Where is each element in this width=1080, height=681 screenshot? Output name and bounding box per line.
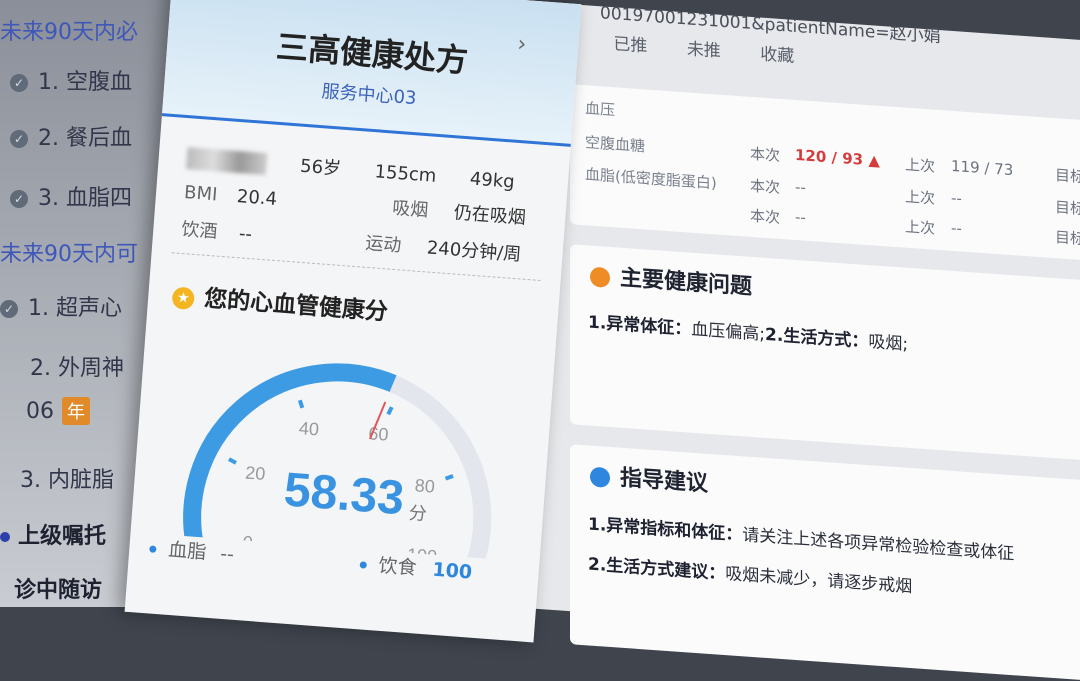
gauge-tick-mark <box>228 457 237 465</box>
list-item[interactable]: 2. 外周神 <box>30 350 124 382</box>
vitals-card: 血压 空腹血糖 本次 120 / 93 ▲ 上次 119 / 73 目标 血脂(… <box>570 84 1080 261</box>
score-value: 58.33 <box>282 463 406 525</box>
year-badge: 年 <box>62 397 90 425</box>
web-app-panel: 00197001231001&patientName=赵小娟 全部 已推 未推 … <box>510 0 1080 681</box>
gauge-tick-label: 40 <box>298 418 319 439</box>
gauge-tick-label: 80 <box>414 475 435 496</box>
advice-line: 2.生活方式建议：吸烟未减少，请逐步戒烟 <box>588 554 913 598</box>
section-heading: 上级嘱托 <box>0 518 106 550</box>
gauge-tick-mark <box>297 399 305 409</box>
check-icon: ✓ <box>10 190 28 208</box>
legend-dot-icon <box>149 545 157 553</box>
health-score-gauge: 02040 6080100 58.33 分 <box>183 363 492 561</box>
list-item[interactable]: 3. 内脏脂 <box>20 462 114 494</box>
card-title: 主要健康问题 <box>590 258 752 301</box>
list-item[interactable]: ✓ 3. 血脂四 <box>10 180 132 212</box>
warning-icon <box>590 266 610 288</box>
card-title: 指导建议 <box>590 458 708 498</box>
check-icon: ✓ <box>10 130 28 148</box>
score-section-title: ★ 您的心血管健康分 <box>171 276 389 326</box>
chevron-right-icon[interactable]: › <box>517 32 528 58</box>
section-heading: 诊中随访 <box>14 578 103 603</box>
list-item[interactable]: ✓ 2. 餐后血 <box>10 120 132 152</box>
list-item[interactable]: ✓ 1. 超声心 <box>0 290 122 322</box>
hint-text: 未来90天内必 <box>0 20 138 45</box>
star-icon: ★ <box>171 285 196 310</box>
vital-row: 血脂(低密度脂蛋白) 本次 -- 上次 -- 目标 <box>585 165 1080 219</box>
problem-line: 1.异常体征：血压偏高;2.生活方式：吸烟; <box>588 312 909 355</box>
check-icon: ✓ <box>10 74 28 92</box>
tab-pushed[interactable]: 已推 <box>613 29 647 64</box>
gauge-tick-label: 20 <box>245 463 266 484</box>
vital-label: 血压 <box>585 99 616 120</box>
legend-dot-icon <box>359 561 367 569</box>
bullet-icon <box>0 532 10 542</box>
score-unit: 分 <box>408 503 428 525</box>
check-icon: ✓ <box>0 300 18 318</box>
gauge-tick-mark <box>386 406 394 416</box>
phone-screen: 三高健康处方 服务中心03 › 56岁 155cm 49kg BMI 20.4 … <box>124 0 582 643</box>
blurred-name <box>185 147 268 176</box>
list-item[interactable]: ✓ 1. 空腹血 <box>10 64 132 96</box>
compass-icon <box>590 466 610 488</box>
tab-favorites[interactable]: 收藏 <box>760 39 794 74</box>
tab-not-pushed[interactable]: 未推 <box>687 34 721 69</box>
health-problems-card: 主要健康问题 1.异常体征：血压偏高;2.生活方式：吸烟; <box>570 244 1080 461</box>
gauge-fill <box>183 363 397 560</box>
date-row: 06 年 <box>26 397 90 425</box>
hint-text: 未来90天内可 <box>0 242 138 267</box>
phone-header: 三高健康处方 服务中心03 › <box>161 0 582 147</box>
bp-value: 120 / 93 ▲ <box>795 145 880 170</box>
advice-card: 指导建议 1.异常指标和体征：请关注上述各项异常检验检查或体征 2.生活方式建议… <box>570 444 1080 681</box>
gauge-tick-mark <box>444 474 454 481</box>
vital-row: 空腹血糖 本次 120 / 93 ▲ 上次 119 / 73 目标 <box>585 133 1080 187</box>
